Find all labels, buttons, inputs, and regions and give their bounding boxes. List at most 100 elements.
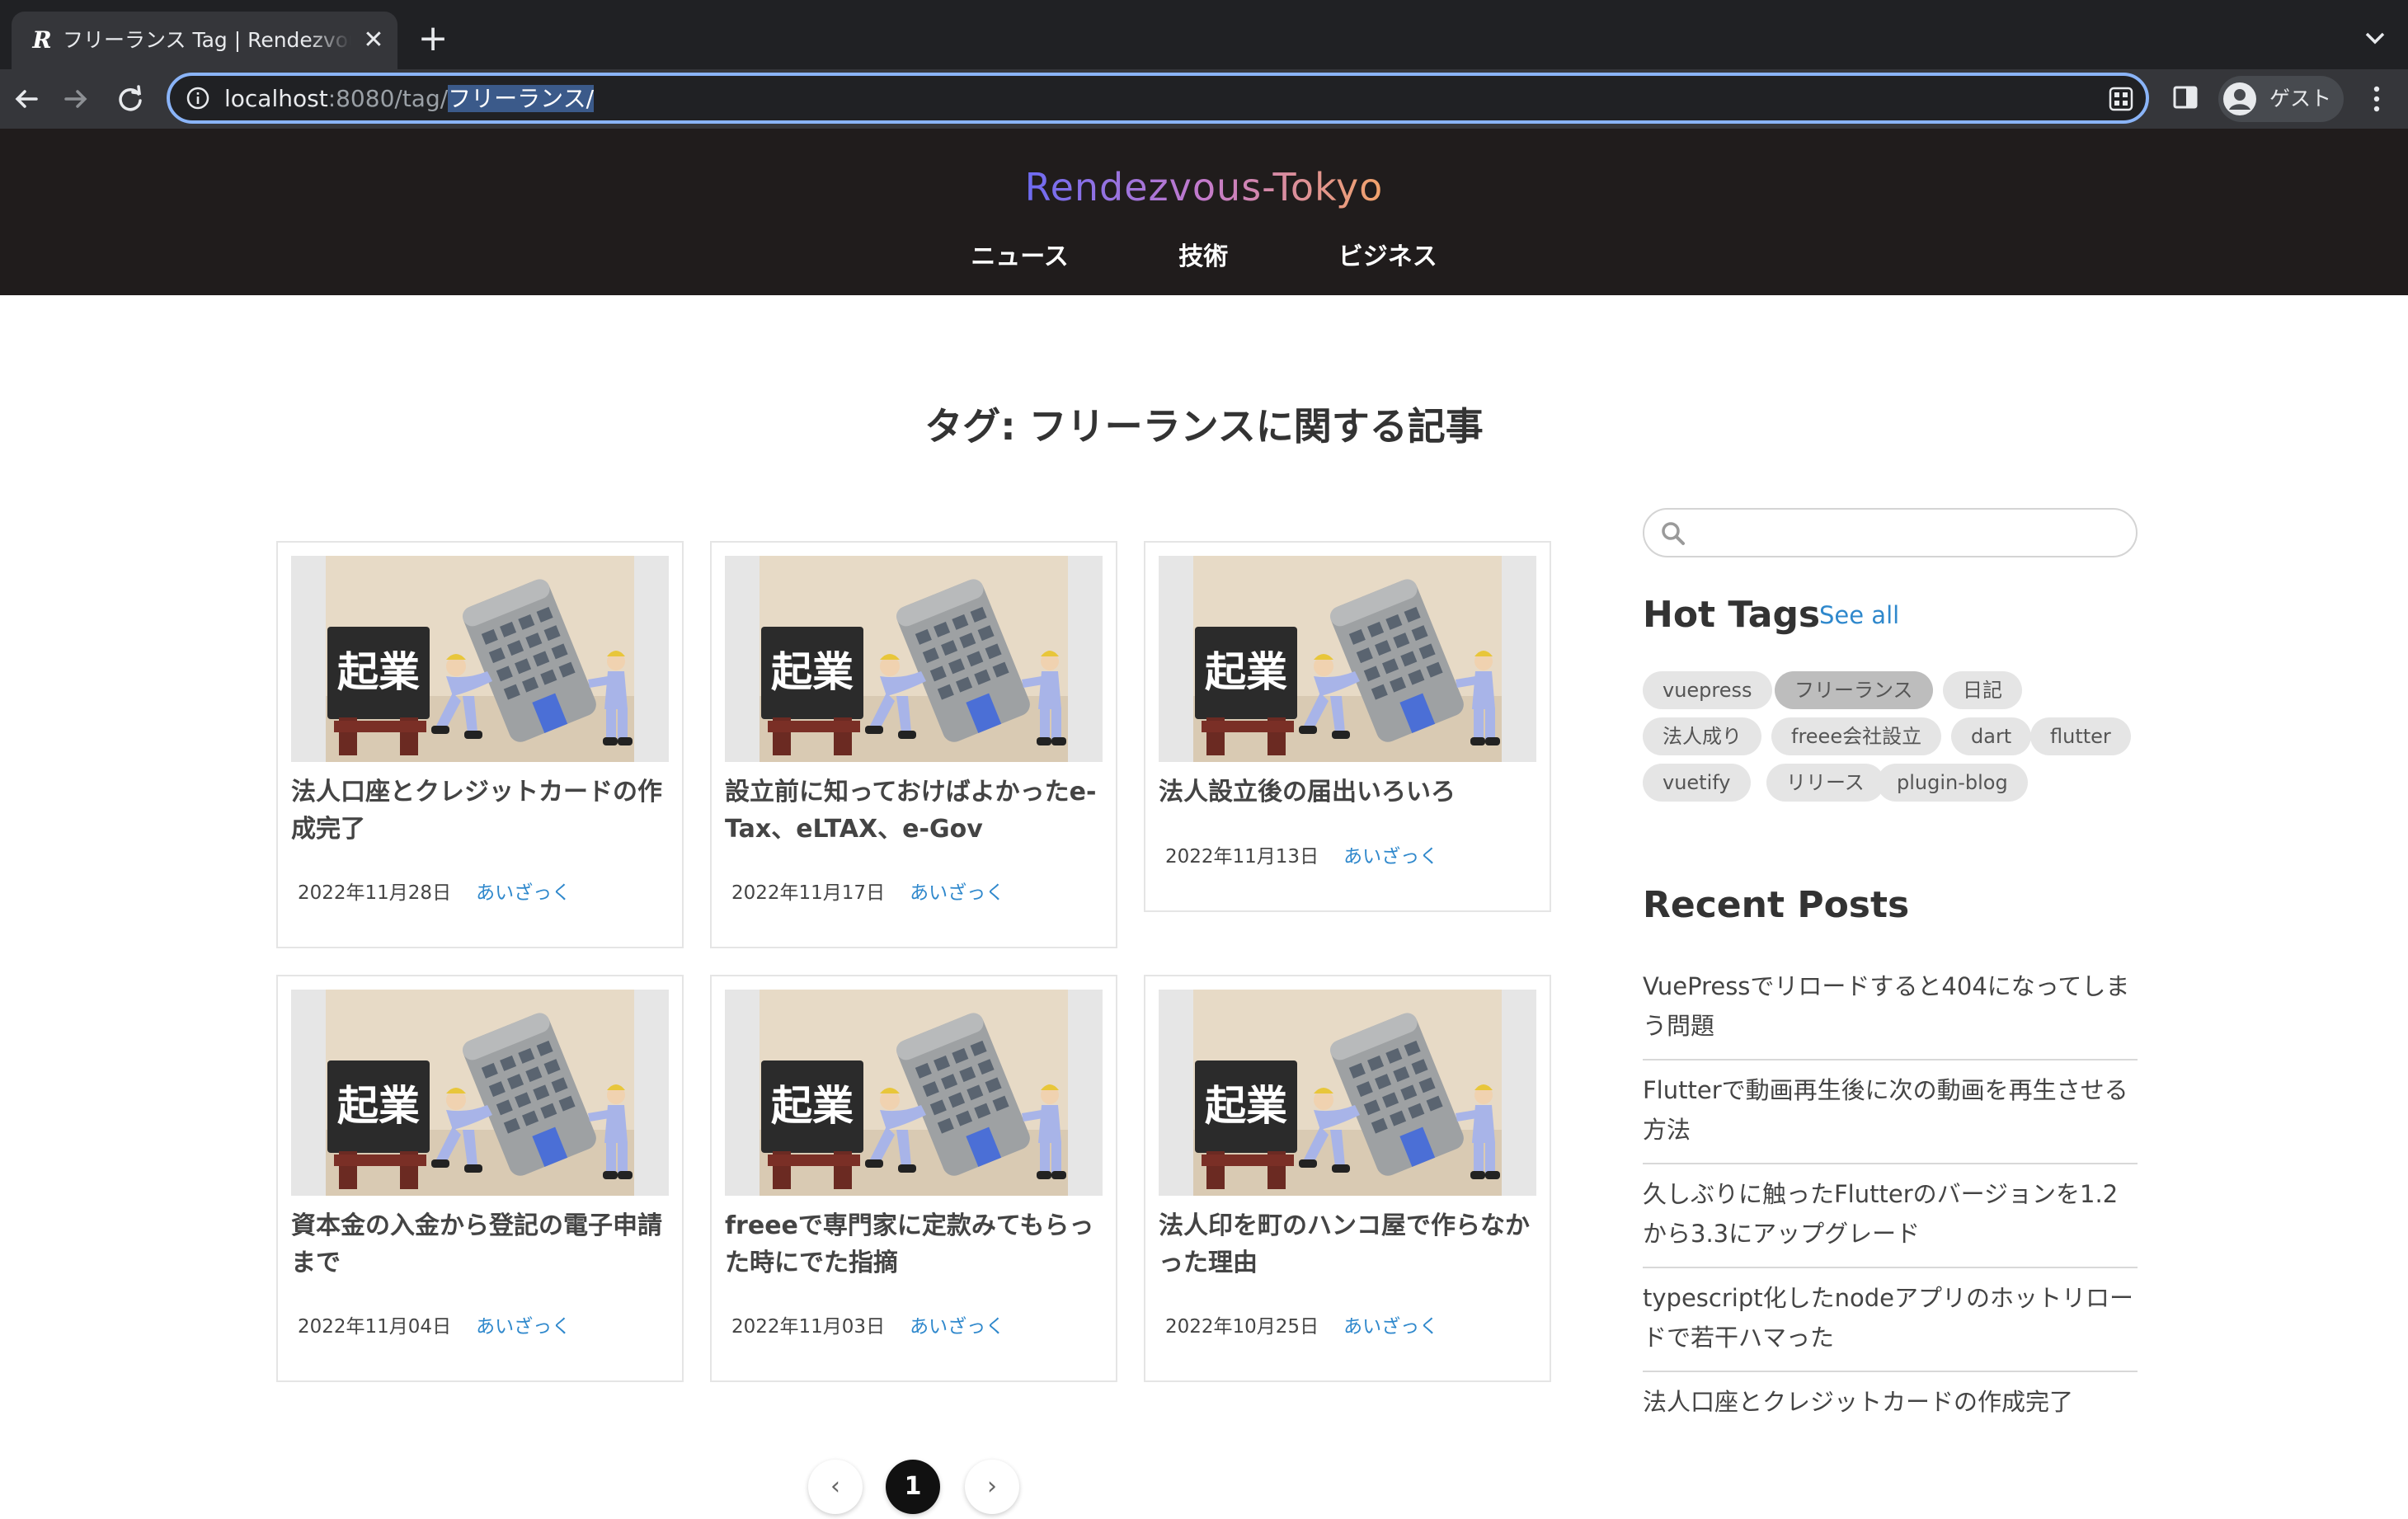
address-bar[interactable]: localhost:8080/tag/フリーランス/ [167, 73, 2149, 124]
post-author[interactable]: あいざっく [476, 882, 571, 904]
thumbnail-illustration: 起業 [725, 556, 1103, 762]
thumbnail-sign-text: 起業 [337, 1082, 420, 1130]
post-card[interactable]: 起業 法人印を町のハンコ屋で作らなかった理由 2022年10月25日 あいざっく [1144, 975, 1551, 1382]
post-meta: 2022年10月25日 あいざっく [1165, 1313, 1438, 1341]
url-selection: フリーランス/ [448, 85, 595, 112]
url-path: :8080/tag/ [327, 85, 449, 112]
page-1-button[interactable]: 1 [886, 1460, 940, 1514]
more-menu-icon[interactable] [2362, 82, 2392, 115]
post-date: 2022年11月17日 [731, 882, 886, 904]
profile-name: ゲスト [2269, 87, 2332, 111]
page-title: タグ: フリーランスに関する記事 [924, 404, 1484, 449]
site-header: Rendezvous-Tokyo ニュース 技術 ビジネス [0, 129, 2408, 295]
tag-vuepress[interactable]: vuepress [1643, 671, 1772, 709]
site-info-icon[interactable] [185, 85, 211, 111]
see-all-tags-link[interactable]: See all [1819, 590, 1899, 640]
browser-toolbar: localhost:8080/tag/フリーランス/ ゲスト [0, 69, 2408, 129]
post-title[interactable]: 法人印を町のハンコ屋で作らなかった理由 [1159, 1207, 1540, 1282]
post-card[interactable]: 起業 資本金の入金から登記の電子申請まで 2022年11月04日 あいざっく [276, 975, 684, 1382]
browser-tab[interactable]: R フリーランス Tag | Rendezvous-Tokyo ✕ [12, 12, 397, 69]
thumbnail-illustration: 起業 [1159, 990, 1536, 1196]
tab-title: フリーランス Tag | Rendezvous-Tokyo [63, 28, 351, 52]
thumbnail-sign-text: 起業 [1205, 648, 1287, 696]
qr-code-icon[interactable] [2108, 86, 2134, 112]
post-date: 2022年11月04日 [298, 1316, 452, 1338]
search-input[interactable] [1643, 508, 2138, 557]
url-host: localhost [224, 85, 328, 112]
post-thumbnail[interactable]: 起業 [725, 990, 1103, 1196]
site-logo-text[interactable]: Rendezvous-Tokyo [1025, 165, 1384, 209]
post-card[interactable]: 起業 freeeで専門家に定款みてもらった時にでた指摘 2022年11月03日 あ… [710, 975, 1117, 1382]
post-thumbnail[interactable]: 起業 [1159, 556, 1536, 762]
post-meta: 2022年11月04日 あいざっく [298, 1313, 571, 1341]
hot-tags-heading: Hot Tags [1643, 594, 1821, 636]
tag-diary[interactable]: 日記 [1943, 671, 2022, 709]
post-thumbnail[interactable]: 起業 [291, 990, 669, 1196]
profile-button[interactable]: ゲスト [2218, 76, 2344, 122]
recent-post-link[interactable]: typescript化したnodeアプリのホットリロードで若干ハマった [1643, 1268, 2138, 1372]
tag-flutter[interactable]: flutter [2030, 717, 2131, 755]
tag-freee[interactable]: freee会社設立 [1771, 717, 1942, 755]
thumbnail-illustration: 起業 [725, 990, 1103, 1196]
post-author[interactable]: あいざっく [910, 882, 1004, 904]
tag-vuetify[interactable]: vuetify [1643, 764, 1751, 802]
thumbnail-illustration: 起業 [291, 990, 669, 1196]
post-thumbnail[interactable]: 起業 [725, 556, 1103, 762]
close-tab-icon[interactable]: ✕ [358, 25, 389, 56]
recent-posts-list: VuePressでリロードすると404になってしまう問題 Flutterで動画再… [1643, 957, 2138, 1435]
reload-icon[interactable] [112, 81, 148, 117]
search-icon [1662, 522, 1685, 545]
back-arrow-icon[interactable] [8, 81, 45, 117]
post-author[interactable]: あいざっく [910, 1316, 1004, 1338]
nav-tech[interactable]: 技術 [1178, 233, 1228, 282]
post-title[interactable]: 設立前に知っておけばよかったe-Tax、eLTAX、e-Gov [725, 774, 1106, 848]
post-author[interactable]: あいざっく [476, 1316, 571, 1338]
post-date: 2022年11月13日 [1165, 846, 1319, 868]
site-nav: ニュース 技術 ビジネス [0, 233, 2408, 282]
post-card[interactable]: 起業 設立前に知っておけばよかったe-Tax、eLTAX、e-Gov 2022年… [710, 541, 1117, 948]
nav-news[interactable]: ニュース [971, 233, 1069, 282]
chevron-down-icon[interactable] [2360, 23, 2390, 53]
recent-posts-heading: Recent Posts [1643, 884, 1910, 926]
thumbnail-sign-text: 起業 [771, 1082, 854, 1130]
thumbnail-illustration: 起業 [1159, 556, 1536, 762]
post-date: 2022年11月03日 [731, 1316, 886, 1338]
post-thumbnail[interactable]: 起業 [1159, 990, 1536, 1196]
post-meta: 2022年11月03日 あいざっく [731, 1313, 1004, 1341]
recent-post-link[interactable]: VuePressでリロードすると404になってしまう問題 [1643, 957, 2138, 1060]
browser-tab-strip: R フリーランス Tag | Rendezvous-Tokyo ✕ + [0, 0, 2408, 69]
post-meta: 2022年11月17日 あいざっく [731, 879, 1004, 907]
thumbnail-sign-text: 起業 [337, 648, 420, 696]
thumbnail-sign-text: 起業 [771, 648, 854, 696]
post-title[interactable]: 法人口座とクレジットカードの作成完了 [291, 774, 672, 848]
post-meta: 2022年11月13日 あいざっく [1165, 843, 1438, 871]
recent-post-link[interactable]: Flutterで動画再生後に次の動画を再生させる方法 [1643, 1060, 2138, 1164]
thumbnail-sign-text: 起業 [1205, 1082, 1287, 1130]
avatar-icon [2223, 82, 2256, 115]
tag-freelance[interactable]: フリーランス [1775, 671, 1933, 709]
post-title[interactable]: 法人設立後の届出いろいろ [1159, 774, 1540, 811]
post-title[interactable]: freeeで専門家に定款みてもらった時にでた指摘 [725, 1207, 1106, 1282]
post-card[interactable]: 起業 法人口座とクレジットカードの作成完了 2022年11月28日 あいざっく [276, 541, 684, 948]
post-thumbnail[interactable]: 起業 [291, 556, 669, 762]
prev-page-button[interactable]: ‹ [808, 1460, 863, 1514]
post-author[interactable]: あいざっく [1343, 1316, 1438, 1338]
tag-plugin-blog[interactable]: plugin-blog [1877, 764, 2028, 802]
recent-post-link[interactable]: 久しぶりに触ったFlutterのバージョンを1.2から3.3にアップグレード [1643, 1164, 2138, 1268]
recent-post-link[interactable]: 法人口座とクレジットカードの作成完了 [1643, 1372, 2138, 1435]
site-logo[interactable]: Rendezvous-Tokyo [0, 158, 2408, 216]
tag-release[interactable]: リリース [1766, 764, 1884, 802]
tag-incorporation[interactable]: 法人成り [1643, 717, 1761, 755]
post-card[interactable]: 起業 法人設立後の届出いろいろ 2022年11月13日 あいざっく [1144, 541, 1551, 912]
tag-dart[interactable]: dart [1951, 717, 2032, 755]
forward-arrow-icon[interactable] [58, 81, 94, 117]
post-meta: 2022年11月28日 あいざっく [298, 879, 571, 907]
side-panel-icon[interactable] [2170, 82, 2200, 112]
next-page-button[interactable]: › [965, 1460, 1019, 1514]
post-date: 2022年10月25日 [1165, 1316, 1319, 1338]
url-text[interactable]: localhost:8080/tag/フリーランス/ [224, 82, 595, 115]
post-title[interactable]: 資本金の入金から登記の電子申請まで [291, 1207, 672, 1282]
post-author[interactable]: あいざっく [1343, 846, 1438, 868]
nav-business[interactable]: ビジネス [1338, 233, 1437, 282]
new-tab-icon[interactable]: + [414, 20, 452, 58]
